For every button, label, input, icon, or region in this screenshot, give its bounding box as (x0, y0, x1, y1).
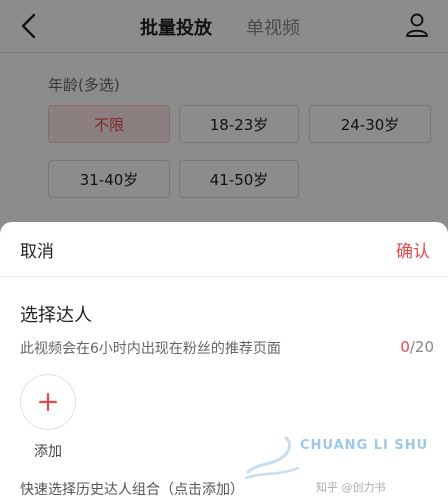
cancel-button[interactable]: 取消 (20, 237, 54, 262)
quick-select-history[interactable]: 快速选择历史达人组合（点击添加） (20, 479, 244, 499)
confirm-button[interactable]: 确认 (396, 237, 430, 262)
plus-icon (38, 392, 58, 412)
sheet-header: 取消 确认 (0, 222, 448, 277)
add-label: 添加 (34, 444, 62, 460)
sheet-description: 此视频会在6小时内出现在粉丝的推荐页面 (20, 341, 281, 357)
selection-counter: 0/20 (400, 338, 434, 356)
swan-logo-icon (244, 436, 300, 480)
counter-total: /20 (409, 338, 434, 356)
counter-current: 0 (400, 338, 410, 356)
add-influencer-button[interactable] (20, 374, 76, 430)
select-influencer-sheet: 取消 确认 选择达人 此视频会在6小时内出现在粉丝的推荐页面 0/20 添加 快… (0, 222, 448, 504)
watermark-brand: CHUANG LI SHU (300, 438, 429, 453)
watermark-source: 知乎 @创力书 (316, 481, 386, 494)
sheet-title: 选择达人 (20, 305, 92, 326)
